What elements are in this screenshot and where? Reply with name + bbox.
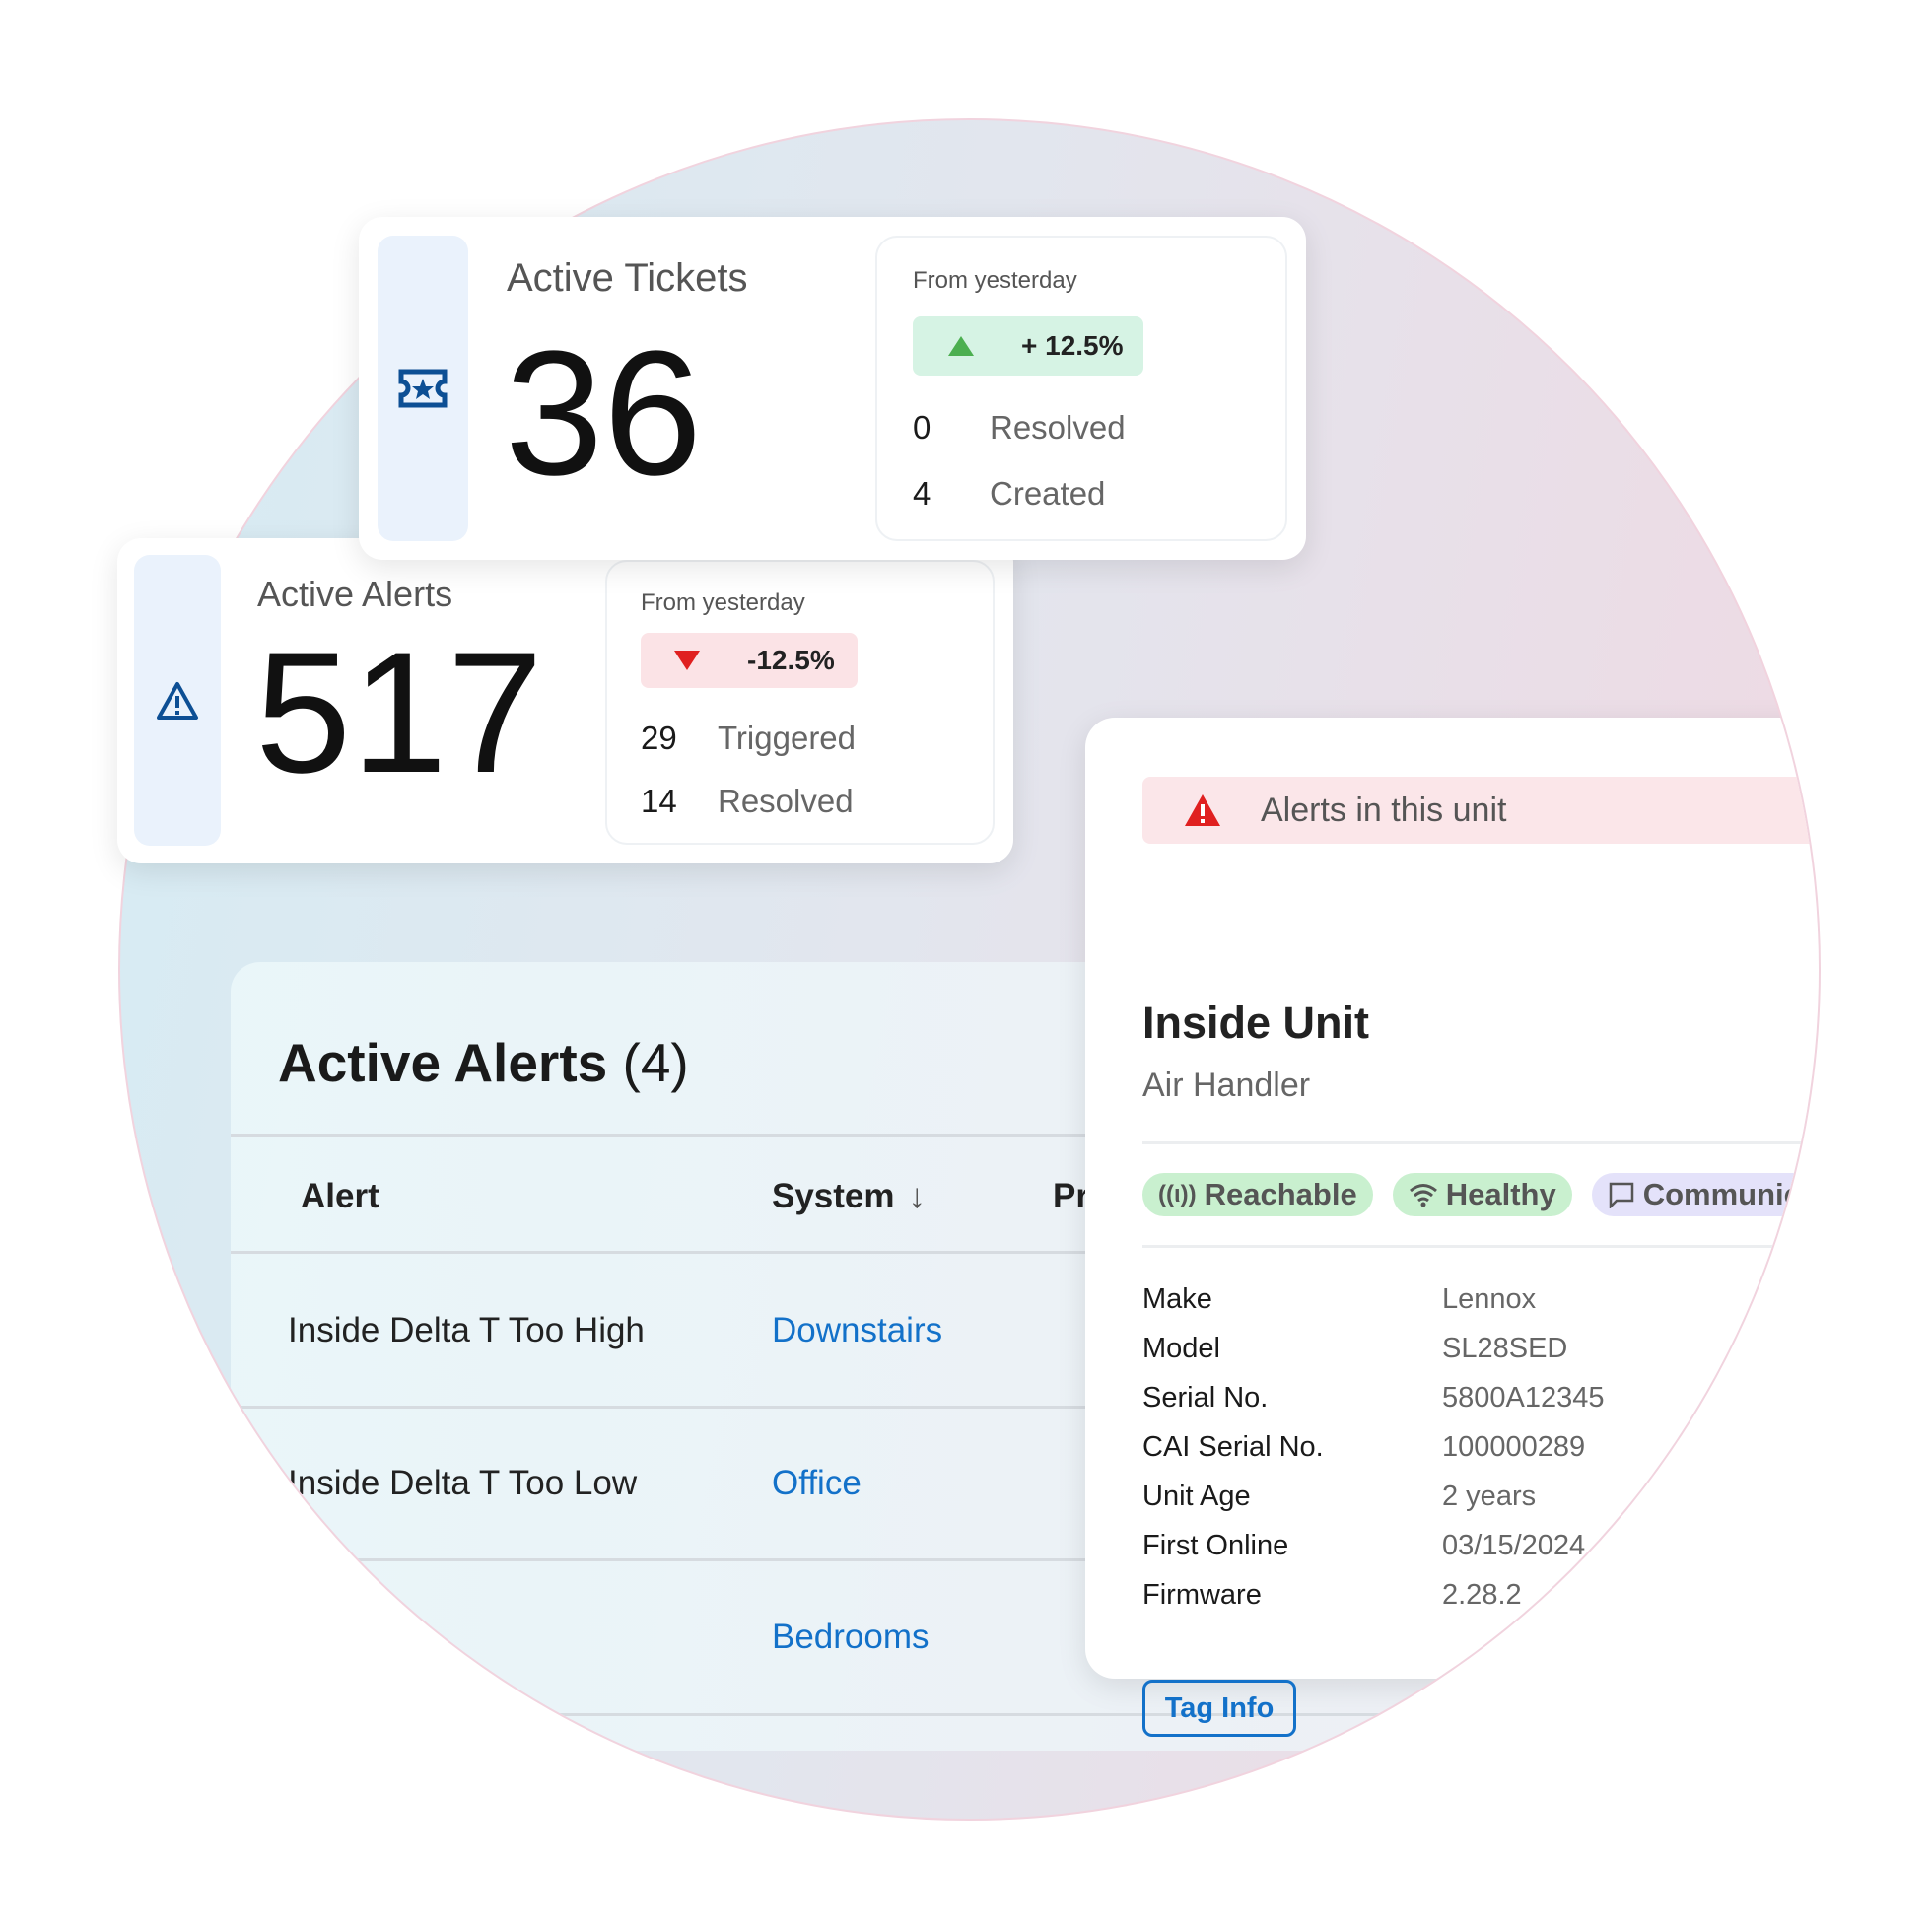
card-title: Active Alerts <box>257 574 453 614</box>
triangle-up-icon <box>948 336 974 356</box>
card-value: 517 <box>255 617 543 809</box>
banner-text: Alerts in this unit <box>1261 791 1507 829</box>
status-pill-reachable: ((ι)) Reachable <box>1142 1173 1373 1216</box>
column-header-alert[interactable]: Alert <box>301 1177 380 1216</box>
detail-value: SL28SED <box>1442 1332 1568 1364</box>
card-value: 36 <box>505 314 703 513</box>
antenna-icon: ((ι)) <box>1158 1181 1197 1208</box>
detail-key: Make <box>1142 1282 1212 1315</box>
detail-value: Lennox <box>1442 1282 1537 1315</box>
detail-key: Unit Age <box>1142 1480 1251 1512</box>
unit-alert-banner[interactable]: Alerts in this unit <box>1142 777 1819 844</box>
triangle-down-icon <box>674 651 700 670</box>
system-link[interactable]: Office <box>772 1464 862 1503</box>
comparison-box: From yesterday -12.5% 29 Triggered 14 Reso… <box>605 560 995 845</box>
card-title: Active Tickets <box>507 256 748 300</box>
detail-row: Unit Age 2 years <box>1142 1472 1605 1521</box>
alert-name: Inside Delta T Too Low <box>288 1464 638 1502</box>
unit-title: Inside Unit <box>1142 998 1370 1048</box>
detail-key: Serial No. <box>1142 1381 1269 1414</box>
system-link[interactable]: Downstairs <box>772 1311 942 1350</box>
delta-badge: -12.5% <box>641 633 858 688</box>
active-tickets-card[interactable]: Active Tickets 36 From yesterday + 12.5%… <box>359 217 1306 560</box>
status-pill-communicating: Communica <box>1591 1173 1819 1216</box>
unit-details-list: Make Lennox Model SL28SED Serial No. 5800A123… <box>1142 1275 1605 1620</box>
detail-value: 5800A12345 <box>1442 1381 1605 1414</box>
detail-key: Model <box>1142 1332 1220 1364</box>
detail-row: Serial No. 5800A12345 <box>1142 1373 1605 1422</box>
detail-key: Firmware <box>1142 1578 1262 1611</box>
unit-subtitle: Air Handler <box>1142 1067 1311 1104</box>
ticket-star-icon <box>398 369 448 408</box>
icon-strip <box>134 555 221 846</box>
detail-key: CAI Serial No. <box>1142 1430 1324 1463</box>
unit-detail-panel: Alerts in this unit Inside Unit Air Hand… <box>1085 718 1819 1737</box>
status-pill-healthy: Healthy <box>1392 1173 1572 1216</box>
detail-row: Make Lennox <box>1142 1275 1605 1324</box>
alert-name: ...ce <box>288 1618 354 1656</box>
status-pills: ((ι)) Reachable Healthy Communica <box>1142 1173 1819 1216</box>
wifi-icon <box>1409 1184 1437 1208</box>
detail-row: Firmware 2.28.2 <box>1142 1570 1605 1620</box>
tag-info-button[interactable]: Tag Info <box>1142 1680 1296 1737</box>
detail-row: CAI Serial No. 100000289 <box>1142 1422 1605 1472</box>
column-header-system[interactable]: System ↓ <box>772 1177 926 1216</box>
delta-badge: + 12.5% <box>913 316 1143 376</box>
comparison-box: From yesterday + 12.5% 0 Resolved 4 Create… <box>875 236 1287 541</box>
alert-name: Inside Delta T Too High <box>288 1311 645 1349</box>
column-header-priority[interactable]: Pr <box>1053 1177 1089 1216</box>
detail-key: First Online <box>1142 1529 1289 1561</box>
arrow-down-icon: ↓ <box>908 1177 927 1215</box>
detail-row: Model SL28SED <box>1142 1324 1605 1373</box>
compare-label: From yesterday <box>641 589 805 616</box>
system-link[interactable]: Bedrooms <box>772 1618 930 1657</box>
compare-label: From yesterday <box>913 267 1077 294</box>
detail-value: 2 years <box>1442 1480 1537 1512</box>
warning-triangle-icon <box>1185 794 1220 826</box>
detail-value: 2.28.2 <box>1442 1578 1522 1611</box>
detail-value: 03/15/2024 <box>1442 1529 1586 1561</box>
table-title: Active Alerts (4) <box>278 1032 689 1093</box>
detail-value: 100000289 <box>1442 1430 1586 1463</box>
chat-icon <box>1609 1182 1633 1208</box>
active-alerts-card[interactable]: Active Alerts 517 From yesterday -12.5% … <box>117 538 1013 863</box>
warning-triangle-icon <box>157 681 198 720</box>
detail-row: First Online 03/15/2024 <box>1142 1521 1605 1570</box>
icon-strip <box>378 236 468 541</box>
